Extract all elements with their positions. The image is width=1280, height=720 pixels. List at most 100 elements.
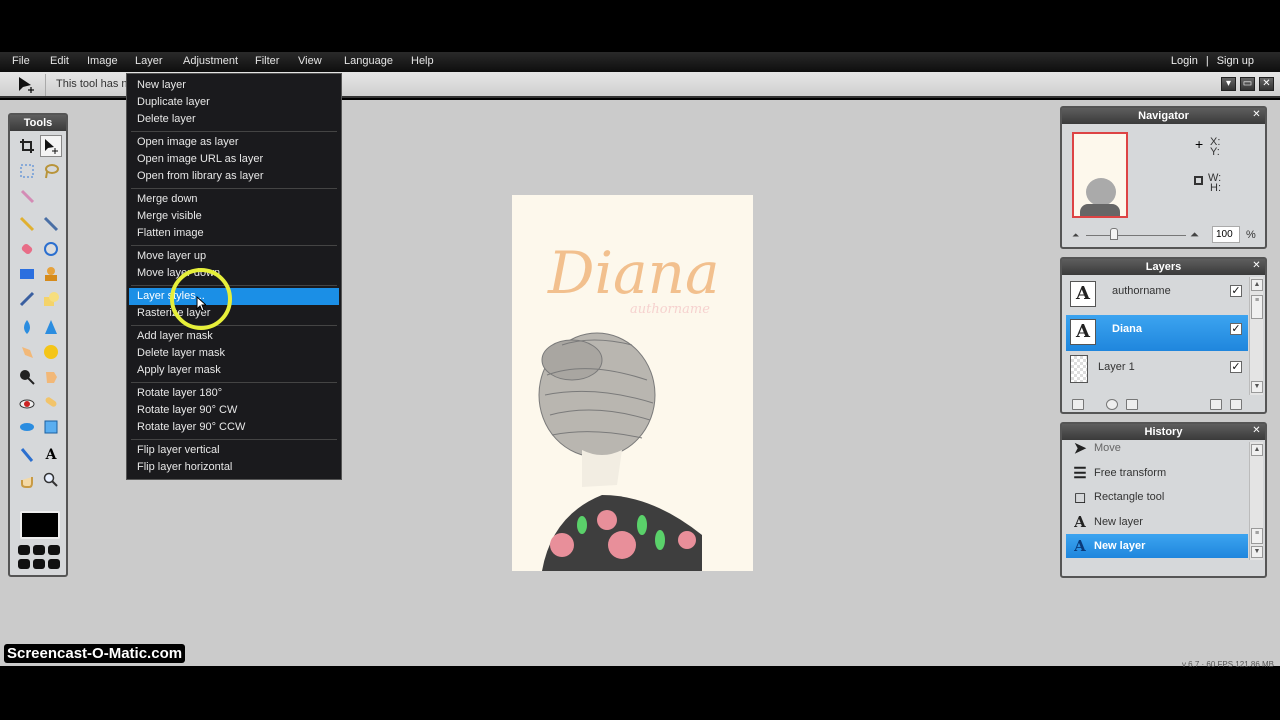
menu-edit[interactable]: Edit: [50, 55, 69, 67]
menu-layer[interactable]: Layer: [135, 55, 163, 67]
menu-image[interactable]: Image: [87, 55, 118, 67]
history-item[interactable]: A New layer: [1066, 510, 1248, 534]
magic-wand-tool-icon[interactable]: [16, 185, 38, 207]
shape-tool-icon[interactable]: [40, 288, 62, 310]
layers-close-icon[interactable]: ✕: [1251, 261, 1262, 272]
menu-item[interactable]: Open from library as layer: [129, 168, 339, 185]
menu-item[interactable]: Duplicate layer: [129, 94, 339, 111]
layer-visibility-checkbox[interactable]: ✓: [1230, 285, 1242, 297]
menu-item[interactable]: New layer: [129, 77, 339, 94]
add-mask-icon[interactable]: [1106, 399, 1118, 410]
new-layer-icon[interactable]: [1210, 399, 1222, 410]
menu-file[interactable]: File: [12, 55, 30, 67]
layer-styles-icon[interactable]: [1126, 399, 1138, 410]
red-eye-tool-icon[interactable]: [16, 391, 38, 413]
navigator-close-icon[interactable]: ✕: [1251, 110, 1262, 121]
scroll-thumb[interactable]: ≡: [1251, 528, 1263, 544]
scroll-thumb[interactable]: ≡: [1251, 295, 1263, 319]
clone-stamp-tool-icon[interactable]: [40, 263, 62, 285]
layers-scrollbar[interactable]: ▲ ≡ ▼: [1249, 277, 1263, 395]
zoom-in-icon[interactable]: ⏶: [1190, 229, 1199, 242]
zoom-slider-track[interactable]: [1086, 235, 1186, 236]
preset-dot[interactable]: [48, 559, 60, 569]
layer-row-selected[interactable]: A Diana ✓: [1066, 315, 1248, 351]
replace-color-tool-icon[interactable]: [40, 238, 62, 260]
sharpen-tool-icon[interactable]: [40, 316, 62, 338]
menu-language[interactable]: Language: [344, 55, 393, 67]
preset-dot[interactable]: [18, 545, 30, 555]
gradient-tool-icon[interactable]: [16, 263, 38, 285]
preset-dot[interactable]: [33, 559, 45, 569]
menu-item[interactable]: Move layer down: [129, 265, 339, 282]
lasso-tool-icon[interactable]: [40, 160, 62, 182]
marquee-tool-icon[interactable]: [16, 160, 38, 182]
menu-help[interactable]: Help: [411, 55, 434, 67]
move-tool-icon[interactable]: [40, 135, 62, 157]
smudge-tool-icon[interactable]: [16, 341, 38, 363]
preset-dot[interactable]: [48, 545, 60, 555]
menu-item[interactable]: Flatten image: [129, 225, 339, 242]
minimize-button[interactable]: ▾: [1221, 77, 1236, 91]
menu-item[interactable]: Rasterize layer: [129, 305, 339, 322]
menu-item[interactable]: Delete layer mask: [129, 345, 339, 362]
delete-layer-icon[interactable]: [1230, 399, 1242, 410]
scroll-down-icon[interactable]: ▼: [1251, 381, 1263, 393]
layer-visibility-checkbox[interactable]: ✓: [1230, 361, 1242, 373]
menu-item[interactable]: Add layer mask: [129, 328, 339, 345]
zoom-tool-icon[interactable]: [40, 469, 62, 491]
burn-tool-icon[interactable]: [40, 366, 62, 388]
layer-row[interactable]: Layer 1 ✓: [1066, 353, 1248, 389]
preset-dot[interactable]: [33, 545, 45, 555]
eyedropper-tool-icon[interactable]: [16, 444, 38, 466]
zoom-slider-handle[interactable]: [1110, 228, 1118, 240]
menu-item[interactable]: Rotate layer 90° CCW: [129, 419, 339, 436]
history-item[interactable]: ☰ Free transform: [1066, 461, 1248, 485]
eraser-tool-icon[interactable]: [16, 238, 38, 260]
menu-item[interactable]: Merge visible: [129, 208, 339, 225]
menu-item[interactable]: Flip layer vertical: [129, 442, 339, 459]
menu-item[interactable]: Rotate layer 90° CW: [129, 402, 339, 419]
menu-item[interactable]: Delete layer: [129, 111, 339, 128]
login-link[interactable]: Login: [1171, 55, 1198, 67]
scroll-up-icon[interactable]: ▲: [1251, 279, 1263, 291]
pencil-tool-icon[interactable]: [16, 213, 38, 235]
layer-row[interactable]: A authorname ✓: [1066, 277, 1248, 313]
menu-item[interactable]: Layer styles...: [129, 288, 339, 305]
menu-item[interactable]: Apply layer mask: [129, 362, 339, 379]
blur-tool-icon[interactable]: [16, 316, 38, 338]
preset-dot[interactable]: [18, 559, 30, 569]
layer-settings-icon[interactable]: [1072, 399, 1084, 410]
foreground-color-swatch[interactable]: [20, 511, 60, 539]
menu-item[interactable]: Open image URL as layer: [129, 151, 339, 168]
sponge-tool-icon[interactable]: [40, 341, 62, 363]
menu-adjustment[interactable]: Adjustment: [183, 55, 238, 67]
bloat-tool-icon[interactable]: [16, 416, 38, 438]
menu-item[interactable]: Open image as layer: [129, 134, 339, 151]
brush-tool-icon[interactable]: [40, 213, 62, 235]
history-item-selected[interactable]: A New layer: [1066, 534, 1248, 558]
restore-button[interactable]: ▭: [1240, 77, 1255, 91]
scroll-down-icon[interactable]: ▼: [1251, 546, 1263, 558]
menu-filter[interactable]: Filter: [255, 55, 279, 67]
history-scrollbar[interactable]: ▲ ≡ ▼: [1249, 442, 1263, 560]
menu-item[interactable]: Merge down: [129, 191, 339, 208]
type-tool-icon[interactable]: A: [40, 444, 62, 466]
zoom-value-input[interactable]: [1212, 226, 1240, 243]
layer-visibility-checkbox[interactable]: ✓: [1230, 323, 1242, 335]
history-close-icon[interactable]: ✕: [1251, 426, 1262, 437]
close-window-button[interactable]: ✕: [1259, 77, 1274, 91]
menu-view[interactable]: View: [298, 55, 322, 67]
pinch-tool-icon[interactable]: [40, 416, 62, 438]
spot-heal-tool-icon[interactable]: [40, 391, 62, 413]
signup-link[interactable]: Sign up: [1217, 55, 1254, 67]
crop-tool-icon[interactable]: [16, 135, 38, 157]
menu-item[interactable]: Move layer up: [129, 248, 339, 265]
zoom-out-icon[interactable]: ⏶: [1072, 230, 1079, 241]
navigator-thumbnail[interactable]: [1072, 132, 1128, 218]
history-item[interactable]: ➤ Move: [1066, 436, 1248, 460]
dodge-tool-icon[interactable]: [16, 366, 38, 388]
hand-tool-icon[interactable]: [16, 469, 38, 491]
scroll-up-icon[interactable]: ▲: [1251, 444, 1263, 456]
menu-item[interactable]: Rotate layer 180°: [129, 385, 339, 402]
document-canvas[interactable]: Diana authorname: [512, 195, 753, 571]
